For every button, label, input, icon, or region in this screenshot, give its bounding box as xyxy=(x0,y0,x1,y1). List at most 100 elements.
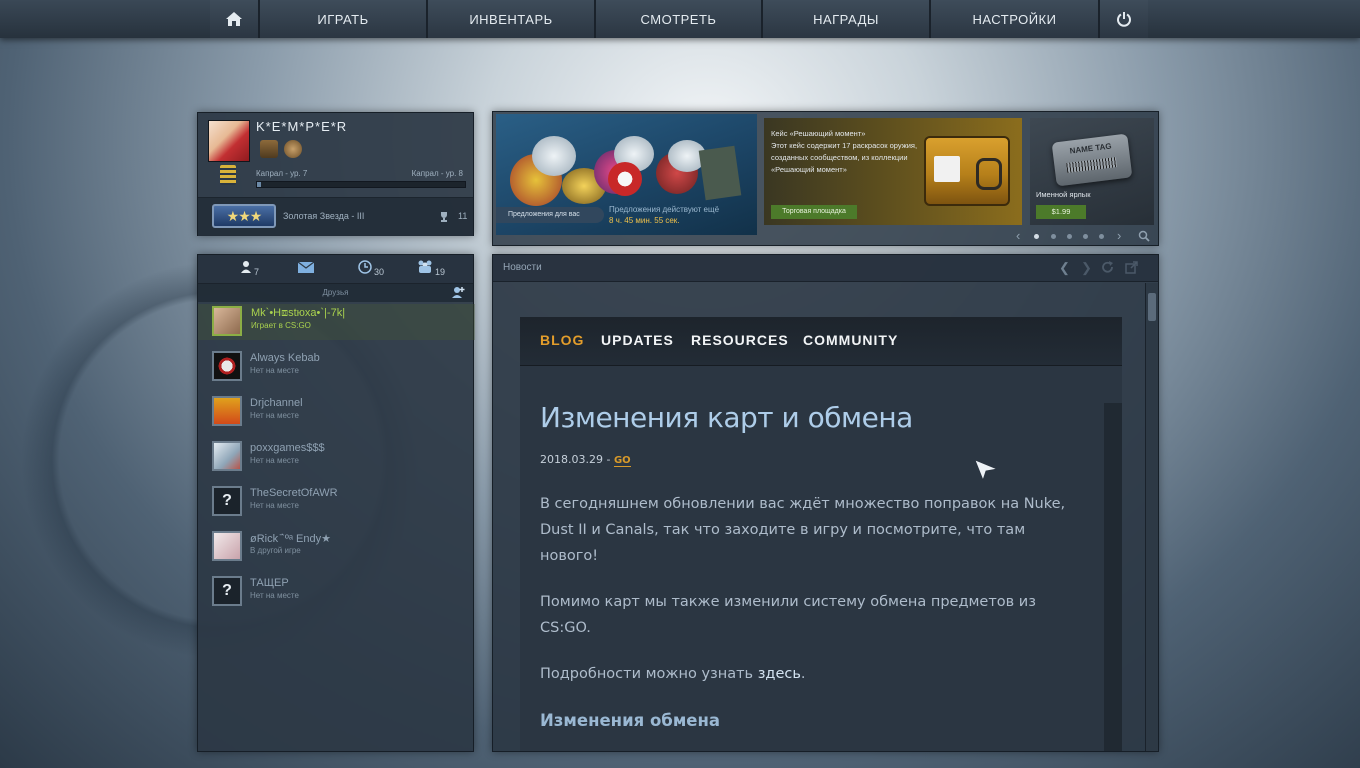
add-friend-icon[interactable] xyxy=(452,286,465,304)
paragraph-text: Подробности можно узнать xyxy=(540,666,758,682)
search-icon[interactable] xyxy=(1138,229,1150,247)
store-name-tag-offer[interactable]: NAME TAG Именной ярлык $1.99 xyxy=(1030,118,1154,225)
blog-navigation: BLOG UPDATES RESOURCES COMMUNITY xyxy=(520,317,1122,366)
home-button[interactable] xyxy=(210,0,260,38)
carousel-dot[interactable] xyxy=(1067,234,1072,239)
case-logo xyxy=(934,156,960,182)
tab-friends[interactable]: 7 xyxy=(240,260,259,278)
profile-panel: K*E*M*P*E*R Капрал - ур. 7 Капрал - ур. … xyxy=(197,112,474,236)
carousel-dot[interactable] xyxy=(1051,234,1056,239)
friend-row[interactable]: ? TheSecretOfAWR Нет на месте xyxy=(212,484,462,520)
friend-avatar xyxy=(212,351,242,381)
scrollbar-thumb[interactable] xyxy=(1148,293,1156,321)
rank-current: Капрал - ур. 7 xyxy=(256,169,308,178)
chevron-left-icon[interactable]: ‹ xyxy=(1016,228,1020,243)
external-link-icon[interactable] xyxy=(1125,261,1138,276)
news-scrollbar[interactable] xyxy=(1145,283,1158,751)
rank-chevron-icon xyxy=(220,165,236,185)
tab-messages[interactable] xyxy=(297,260,315,278)
friend-avatar: ? xyxy=(212,576,242,606)
friend-row[interactable]: Mk`•H⧈stюxa•`|-7k| Играет в CS:GO xyxy=(198,304,475,340)
tab-count: 7 xyxy=(254,267,260,277)
tab-count: 19 xyxy=(435,267,446,277)
nav-rewards[interactable]: НАГРАДЫ xyxy=(763,0,931,38)
article-date: 2018.03.29 - xyxy=(540,453,614,466)
skill-group-badge[interactable]: ★★★ xyxy=(212,204,276,228)
nav-watch[interactable]: СМОТРЕТЬ xyxy=(596,0,763,38)
trophy-count: 11 xyxy=(458,211,468,221)
group-icon xyxy=(417,260,433,278)
news-title: Новости xyxy=(503,262,542,273)
paragraph-text: . xyxy=(800,666,806,682)
blog-tab-updates[interactable]: UPDATES xyxy=(601,332,674,348)
tab-recent[interactable]: 30 xyxy=(358,259,385,279)
home-icon xyxy=(225,11,243,27)
power-button[interactable] xyxy=(1100,0,1148,38)
details-link[interactable]: здесь xyxy=(758,666,801,682)
friend-row[interactable]: Always Kebab Нет на месте xyxy=(212,349,462,385)
blog-tab-resources[interactable]: RESOURCES xyxy=(691,332,789,348)
name-tag-text: NAME TAG xyxy=(1069,141,1113,156)
blog-tab-community[interactable]: COMMUNITY xyxy=(803,332,898,348)
blog-tab-blog[interactable]: BLOG xyxy=(540,332,584,348)
medal-icon[interactable] xyxy=(260,140,278,158)
store-featured-offers[interactable]: Предложения для вас Предложения действую… xyxy=(496,114,757,235)
article-meta: 2018.03.29 - GO xyxy=(540,453,1080,467)
tab-groups[interactable]: 19 xyxy=(417,260,445,278)
avatar[interactable] xyxy=(208,120,250,162)
store-case-offer[interactable]: Кейс «Решающий момент» Этот кейс содержи… xyxy=(764,118,1022,225)
refresh-icon[interactable] xyxy=(1101,261,1114,276)
carousel-dot[interactable] xyxy=(1034,234,1039,239)
nav-settings[interactable]: НАСТРОЙКИ xyxy=(931,0,1100,38)
market-button[interactable]: Торговая площадка xyxy=(771,205,857,219)
friend-avatar xyxy=(212,306,242,336)
friend-name: Mk`•H⧈stюxa•`|-7k| xyxy=(251,307,346,319)
name-tag-image: NAME TAG xyxy=(1051,133,1133,187)
friends-tabs: 7 30 19 xyxy=(198,255,473,284)
clock-icon xyxy=(358,259,372,279)
friend-avatar: ? xyxy=(212,486,242,516)
skill-group-name: Золотая Звезда - III xyxy=(283,211,365,221)
xp-progress-fill xyxy=(257,182,262,187)
friend-status: Нет на месте xyxy=(250,366,299,375)
rank-next: Капрал - ур. 8 xyxy=(411,169,463,178)
friends-panel: 7 30 19 Друзья Mk`•H⧈stюxa•`|-7k| Играет… xyxy=(197,254,475,752)
carousel-dot[interactable] xyxy=(1099,234,1104,239)
top-navigation: ИГРАТЬ ИНВЕНТАРЬ СМОТРЕТЬ НАГРАДЫ НАСТРО… xyxy=(0,0,1360,38)
article-paragraph: Помимо карт мы также изменили систему об… xyxy=(540,594,1036,636)
back-icon[interactable]: ❮ xyxy=(1059,261,1070,274)
friend-row[interactable]: ? ТАЩЕР Нет на месте xyxy=(212,574,462,610)
friend-name: øRick ̄`ºᵃ Endy★ xyxy=(250,533,331,545)
sticker-image xyxy=(608,162,642,196)
coin-icon[interactable] xyxy=(284,140,302,158)
forward-icon[interactable]: ❯ xyxy=(1081,261,1092,274)
offer-timer-label: Предложения действуют ещё xyxy=(609,205,720,214)
chevron-right-icon[interactable]: › xyxy=(1117,228,1121,243)
name-tag-label: Именной ярлык xyxy=(1036,190,1091,199)
friend-row[interactable]: øRick ̄`ºᵃ Endy★ В другой игре xyxy=(212,529,462,565)
friend-row[interactable]: poxxgames$$$ Нет на месте xyxy=(212,439,462,475)
mail-icon xyxy=(297,260,315,278)
friend-avatar xyxy=(212,531,242,561)
nav-play[interactable]: ИГРАТЬ xyxy=(260,0,428,38)
tab-count: 30 xyxy=(374,267,385,277)
friend-status: Нет на месте xyxy=(250,501,299,510)
friend-row[interactable]: Drjchannel Нет на месте xyxy=(212,394,462,430)
friends-label: Друзья xyxy=(322,288,349,297)
carousel-dot[interactable] xyxy=(1083,234,1088,239)
friend-status: Нет на месте xyxy=(250,411,299,420)
name-tag-price-button[interactable]: $1.99 xyxy=(1036,205,1086,219)
store-carousel-controls: ‹ › xyxy=(1012,227,1158,245)
nav-inventory[interactable]: ИНВЕНТАРЬ xyxy=(428,0,596,38)
friend-status: Играет в CS:GO xyxy=(251,321,311,330)
case-latch xyxy=(976,158,1002,190)
friend-status: В другой игре xyxy=(250,546,301,555)
offer-timer: 8 ч. 45 мин. 55 сек. xyxy=(609,216,680,225)
store-panel: Предложения для вас Предложения действую… xyxy=(492,111,1159,246)
profile-username[interactable]: K*E*M*P*E*R xyxy=(256,119,347,134)
article-subheading: Изменения обмена xyxy=(540,711,721,730)
news-webview[interactable]: BLOG UPDATES RESOURCES COMMUNITY Изменен… xyxy=(520,317,1122,751)
mouse-cursor-icon xyxy=(974,459,999,485)
map-card-image xyxy=(698,145,742,201)
article-tag[interactable]: GO xyxy=(613,455,631,467)
